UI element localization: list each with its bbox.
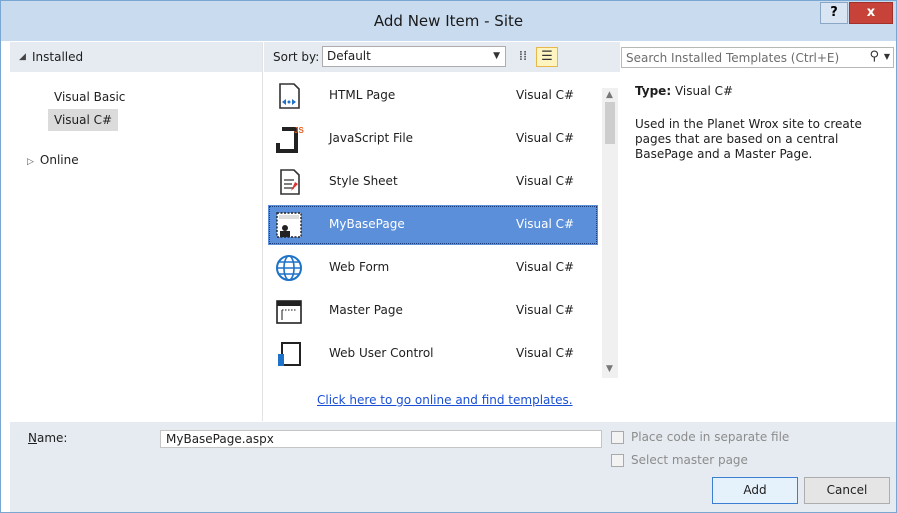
template-row-html-page[interactable]: HTML Page Visual C#	[268, 76, 598, 116]
web-form-icon	[276, 255, 302, 281]
sort-toolbar: Sort by: Default ▼ ⁞⁞ ☰	[264, 42, 620, 72]
checkbox-label: Place code in separate file	[631, 430, 790, 444]
master-page-icon	[276, 300, 302, 324]
checkbox-label: Select master page	[631, 453, 748, 467]
template-name: Web User Control	[329, 346, 434, 360]
online-node[interactable]: ▷ Online	[23, 149, 83, 171]
sort-by-label: Sort by:	[273, 50, 320, 64]
add-button[interactable]: Add	[712, 477, 798, 504]
html-page-icon	[279, 83, 300, 109]
template-row-style-sheet[interactable]: Style Sheet Visual C#	[268, 162, 598, 202]
tree-item-visual-csharp[interactable]: Visual C#	[48, 109, 119, 131]
template-name: Style Sheet	[329, 174, 398, 188]
installed-label: Installed	[32, 50, 84, 64]
template-row-mybasepage[interactable]: MyBasePage Visual C#	[268, 205, 598, 245]
template-name: MyBasePage	[329, 217, 405, 231]
template-name: JavaScript File	[329, 131, 414, 145]
template-language: Visual C#	[516, 260, 575, 274]
web-user-control-icon	[278, 342, 301, 366]
list-view-icon[interactable]: ☰	[536, 47, 558, 67]
file-name-input[interactable]: MyBasePage.aspx	[160, 430, 602, 448]
find-templates-online-link[interactable]: Click here to go online and find templat…	[317, 393, 573, 407]
template-list-scrollbar[interactable]: ▲ ▼	[602, 88, 618, 378]
template-language: Visual C#	[516, 303, 575, 317]
details-pane: Search Installed Templates (Ctrl+E) ⚲ ▼ …	[621, 42, 896, 421]
sort-by-dropdown[interactable]: Default ▼	[322, 46, 506, 67]
scroll-up-arrow-icon[interactable]: ▲	[606, 90, 613, 100]
dropdown-arrow-icon[interactable]: ▼	[493, 47, 500, 66]
bottom-bar: Name: MyBasePage.aspx Place code in sepa…	[10, 422, 896, 512]
search-options-chevron-icon[interactable]: ▼	[884, 52, 890, 61]
close-button[interactable]: x	[849, 2, 893, 24]
template-row-web-user-control[interactable]: Web User Control Visual C#	[268, 334, 598, 374]
template-language: Visual C#	[516, 131, 575, 145]
template-row-master-page[interactable]: Master Page Visual C#	[268, 291, 598, 331]
sort-by-value: Default	[327, 49, 371, 63]
template-list: HTML Page Visual C# JS JavaScript File V…	[268, 76, 598, 378]
search-templates-input[interactable]: Search Installed Templates (Ctrl+E) ⚲ ▼	[621, 47, 894, 68]
name-label-rest: ame:	[36, 431, 68, 445]
template-row-web-form[interactable]: Web Form Visual C#	[268, 248, 598, 288]
scroll-down-arrow-icon[interactable]: ▼	[606, 364, 613, 374]
template-description: Used in the Planet Wrox site to create p…	[635, 117, 862, 161]
template-name: HTML Page	[329, 88, 396, 102]
template-name: Web Form	[329, 260, 390, 274]
svg-text:JS: JS	[294, 126, 304, 135]
online-label: Online	[39, 153, 79, 167]
template-name: Master Page	[329, 303, 403, 317]
installed-node[interactable]: ◢ Installed	[10, 42, 262, 72]
template-categories-pane: ◢ Installed Visual Basic Visual C# ▷ Onli…	[10, 42, 263, 421]
cancel-button[interactable]: Cancel	[804, 477, 890, 504]
template-language: Visual C#	[516, 88, 575, 102]
template-language: Visual C#	[516, 217, 575, 231]
help-button[interactable]: ?	[820, 2, 848, 24]
tree-item-visual-basic[interactable]: Visual Basic	[50, 86, 129, 108]
base-page-icon	[276, 212, 302, 238]
templates-pane: Sort by: Default ▼ ⁞⁞ ☰ HTML Page Visual…	[264, 42, 620, 421]
template-row-javascript-file[interactable]: JS JavaScript File Visual C#	[268, 119, 598, 159]
name-label-mnemonic: N	[28, 431, 37, 445]
expanded-triangle-icon[interactable]: ◢	[19, 52, 26, 62]
search-placeholder: Search Installed Templates (Ctrl+E)	[626, 51, 840, 65]
type-value: Visual C#	[674, 84, 734, 98]
template-language: Visual C#	[516, 174, 575, 188]
add-new-item-dialog: Add New Item - Site ? x ◢ Installed Visu…	[0, 0, 897, 513]
name-label: Name:	[28, 431, 67, 445]
template-language: Visual C#	[516, 346, 575, 360]
checkbox-box[interactable]	[611, 454, 624, 467]
style-sheet-icon	[280, 169, 300, 195]
checkbox-box[interactable]	[611, 431, 624, 444]
title-bar[interactable]: Add New Item - Site ? x	[1, 1, 896, 41]
search-icon[interactable]: ⚲	[869, 49, 879, 64]
type-label: Type:	[635, 84, 672, 98]
scrollbar-thumb[interactable]	[605, 102, 615, 144]
collapsed-triangle-icon[interactable]: ▷	[27, 157, 34, 167]
window-title: Add New Item - Site	[373, 12, 524, 30]
type-line: Type: Visual C#	[635, 84, 733, 98]
javascript-file-icon: JS	[276, 126, 304, 153]
medium-icons-view-icon[interactable]: ⁞⁞	[512, 47, 534, 67]
